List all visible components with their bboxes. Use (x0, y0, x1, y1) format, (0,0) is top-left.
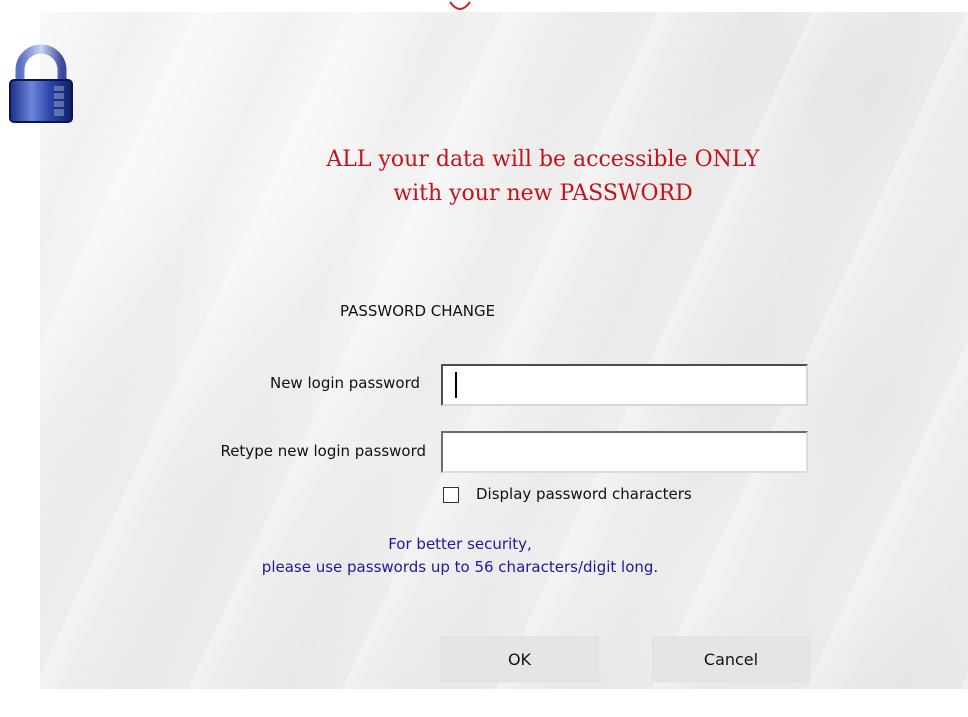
password-change-window: ALL your data will be accessible ONLY wi… (0, 0, 968, 717)
warning-headline-line1: ALL your data will be accessible ONLY (326, 147, 760, 172)
dialog-panel (40, 12, 968, 689)
ok-button[interactable]: OK (440, 636, 599, 682)
display-password-checkbox-label[interactable]: Display password characters (476, 485, 692, 503)
security-hint: For better security, please use password… (170, 533, 750, 579)
retype-password-input[interactable] (441, 431, 808, 473)
retype-password-label: Retype new login password (220, 442, 426, 460)
new-password-input[interactable] (441, 364, 808, 406)
cancel-button[interactable]: Cancel (652, 636, 810, 682)
text-caret (455, 372, 457, 398)
security-hint-line2: please use passwords up to 56 characters… (261, 558, 659, 576)
warning-headline: ALL your data will be accessible ONLY wi… (240, 143, 846, 211)
security-hint-line1: For better security, (388, 535, 532, 553)
warning-headline-line2: with your new PASSWORD (393, 181, 693, 206)
section-title: PASSWORD CHANGE (340, 302, 496, 320)
new-password-label: New login password (269, 374, 420, 392)
display-password-checkbox[interactable] (443, 487, 459, 503)
lock-icon (9, 44, 73, 123)
